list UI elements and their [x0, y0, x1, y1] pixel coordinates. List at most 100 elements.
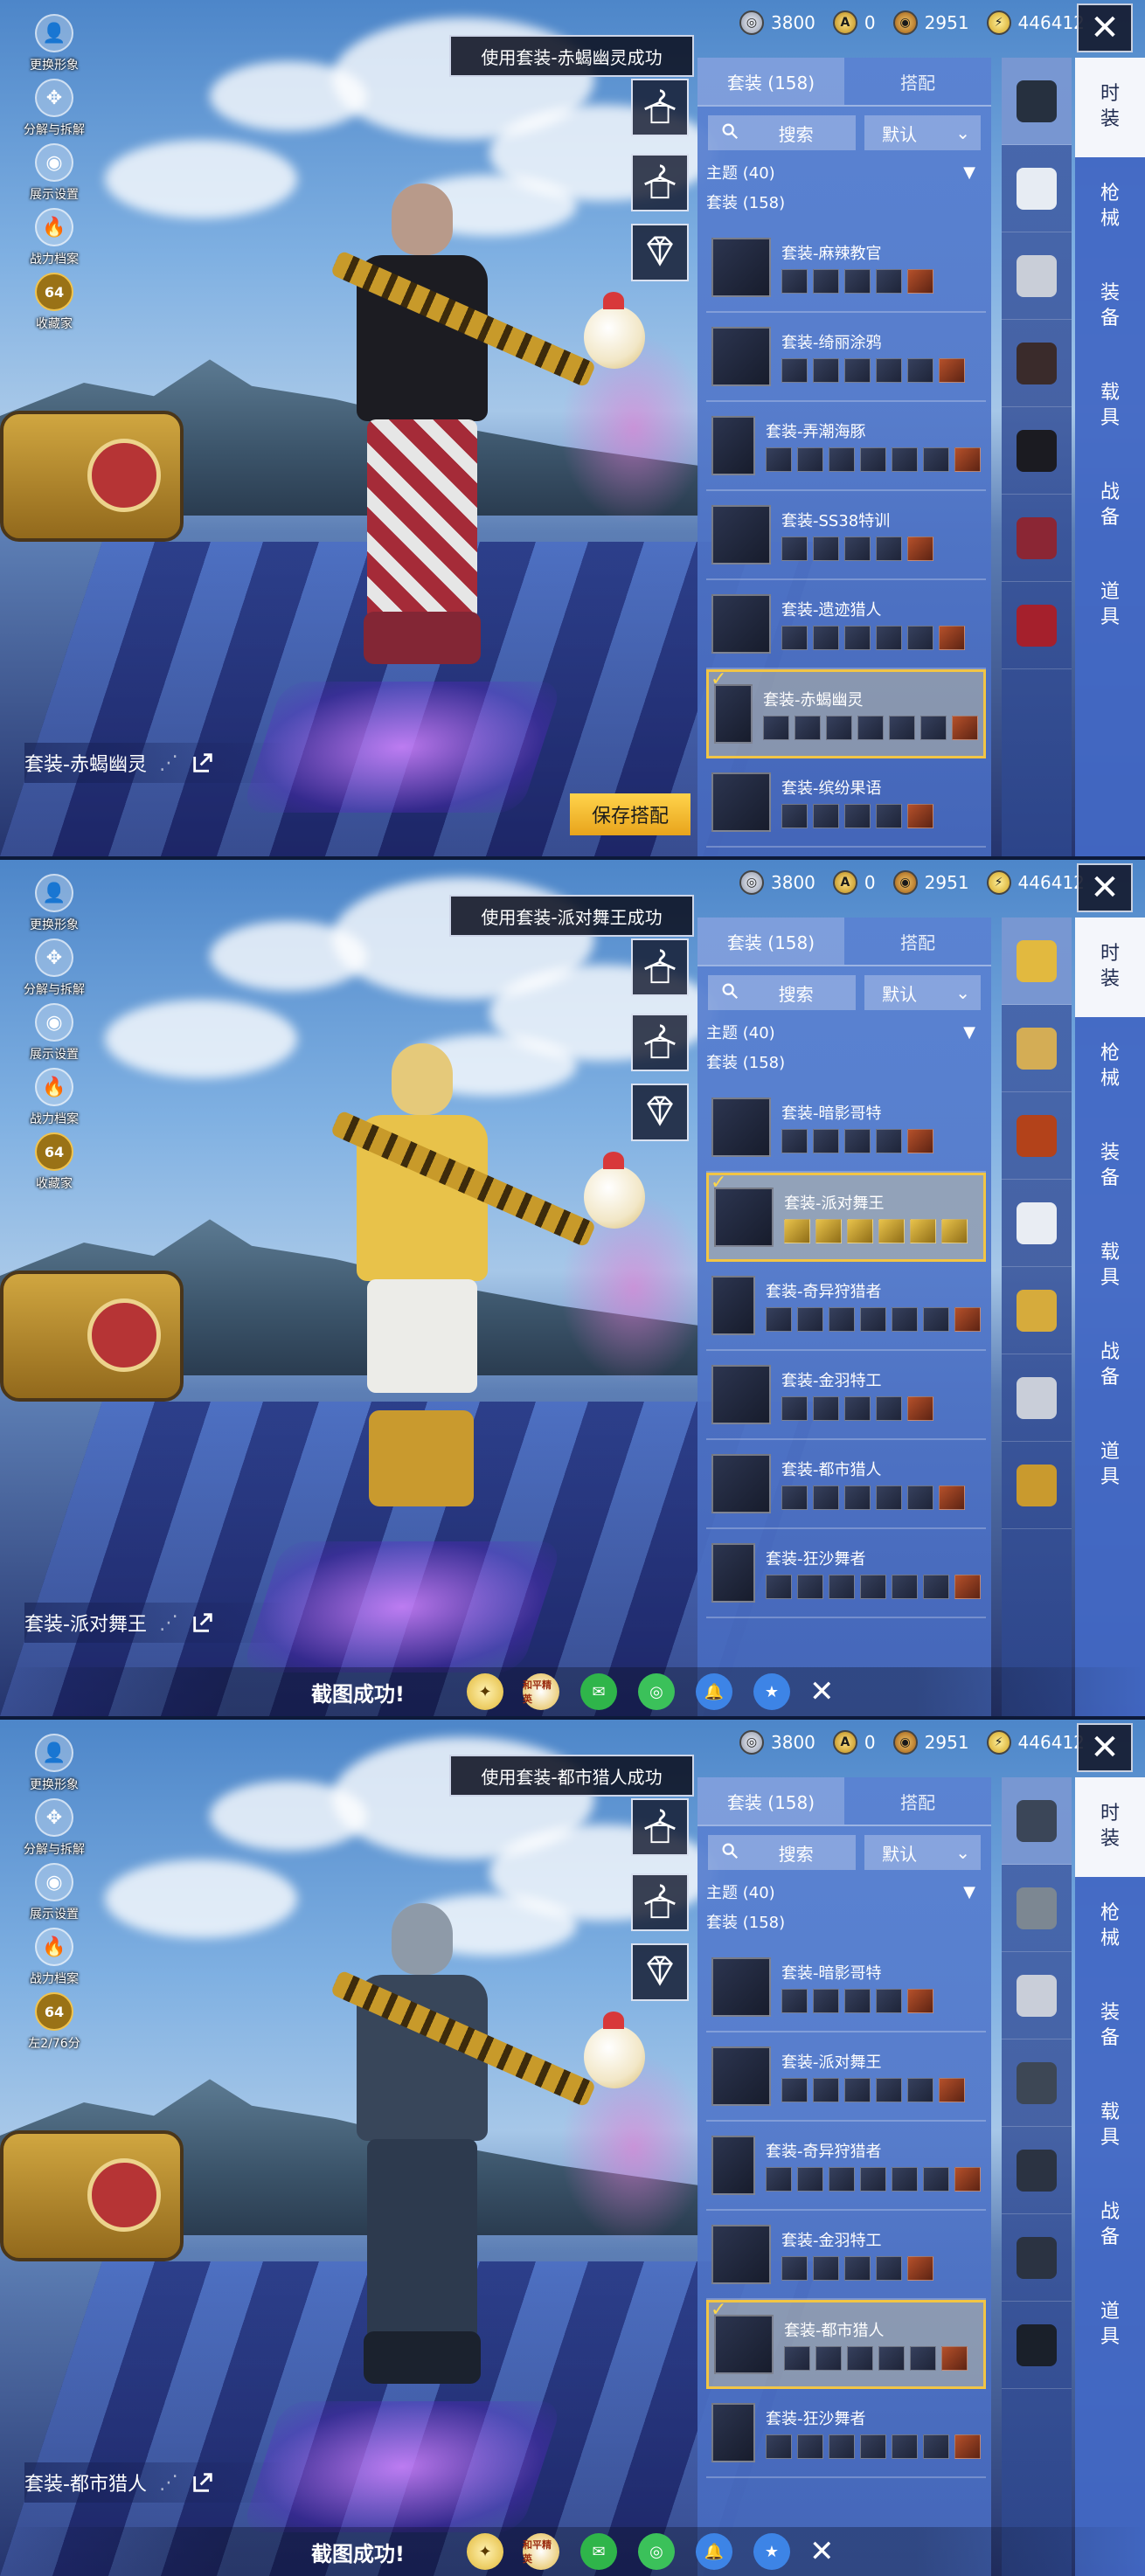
search-input[interactable]: 搜索 [708, 115, 857, 150]
diamond-button[interactable] [631, 1084, 689, 1141]
diamond-button[interactable] [631, 1943, 689, 2001]
left-menu-item[interactable]: 👤 更换形象 [10, 1734, 98, 1798]
category-tab[interactable]: 战备 [1075, 2176, 1145, 2275]
category-tab[interactable]: 枪械 [1075, 1877, 1145, 1977]
hanger-1-button[interactable] [631, 938, 689, 996]
category-tab[interactable]: 时装 [1075, 918, 1145, 1017]
left-menu-item[interactable]: ✥ 分解与拆解 [10, 938, 98, 1003]
outfit-list-item[interactable]: 套装-狂沙舞者 [706, 1529, 986, 1618]
outfit-list-item[interactable]: 套装-SS38特训 [706, 491, 986, 580]
qzone-icon[interactable]: ★ [753, 1673, 790, 1710]
left-menu-item[interactable]: ◉ 展示设置 [10, 1863, 98, 1928]
equipment-slot[interactable] [1002, 582, 1072, 669]
sort-dropdown[interactable]: 默认 ⌄ [864, 975, 981, 1010]
equipment-slot[interactable] [1002, 918, 1072, 1005]
equipment-slot[interactable] [1002, 58, 1072, 145]
sort-dropdown[interactable]: 默认 ⌄ [864, 115, 981, 150]
tab-sets[interactable]: 套装 (158) [697, 918, 844, 965]
category-tab[interactable]: 载具 [1075, 357, 1145, 456]
category-tab[interactable]: 装备 [1075, 1977, 1145, 2076]
equipment-slot[interactable] [1002, 1354, 1072, 1442]
outfit-list-item[interactable]: 套装-遗迹猎人 [706, 580, 986, 669]
equipment-slot[interactable] [1002, 1952, 1072, 2039]
equipment-slot[interactable] [1002, 495, 1072, 582]
share-icon[interactable] [191, 1610, 215, 1635]
search-input[interactable]: 搜索 [708, 1835, 857, 1870]
equipment-slot[interactable] [1002, 1442, 1072, 1529]
tab-match[interactable]: 搭配 [844, 58, 991, 105]
close-button[interactable]: ✕ [1077, 863, 1133, 912]
theme-filter[interactable]: 主题 (40) ▼ [697, 1010, 991, 1047]
outfit-list-item[interactable]: 套装-金羽特工 [706, 2211, 986, 2300]
equipment-slot[interactable] [1002, 1865, 1072, 1952]
equipment-slot[interactable] [1002, 145, 1072, 232]
category-tab[interactable]: 枪械 [1075, 1017, 1145, 1117]
tab-sets[interactable]: 套装 (158) [697, 1777, 844, 1825]
left-menu-item[interactable]: ◉ 展示设置 [10, 143, 98, 208]
left-menu-item[interactable]: 64 收藏家 [10, 1132, 98, 1197]
category-tab[interactable]: 道具 [1075, 1416, 1145, 1515]
game-logo-icon[interactable]: 和平精英 [523, 1673, 559, 1710]
left-menu-item[interactable]: 🔥 战力档案 [10, 1068, 98, 1132]
category-tab[interactable]: 战备 [1075, 1316, 1145, 1416]
outfit-list-item[interactable]: 套装-都市猎人 [706, 2299, 986, 2389]
left-menu-item[interactable]: 64 左2/76分 [10, 1992, 98, 2057]
outfit-list-item[interactable]: 套装-派对舞王 [706, 1172, 986, 1262]
category-tab[interactable]: 战备 [1075, 456, 1145, 556]
outfit-list-item[interactable]: 套装-弄潮海豚 [706, 402, 986, 491]
outfit-list-item[interactable]: 套装-赤蝎幽灵 [706, 668, 986, 758]
equipment-slot[interactable] [1002, 2214, 1072, 2302]
outfit-list-item[interactable]: 套装-麻辣教官 [706, 224, 986, 313]
outfit-list-item[interactable]: 套装-暗影哥特 [706, 1084, 986, 1173]
close-button[interactable]: ✕ [1077, 3, 1133, 52]
left-menu-item[interactable]: 🔥 战力档案 [10, 208, 98, 273]
outfit-list-item[interactable]: 套装-金羽特工 [706, 1351, 986, 1440]
equipment-slot[interactable] [1002, 1267, 1072, 1354]
equipment-slot[interactable] [1002, 1777, 1072, 1865]
wechat-icon[interactable]: ✉ [580, 1673, 617, 1710]
hanger-2-button[interactable] [631, 154, 689, 211]
share-app-icon[interactable]: ✦ [467, 1673, 503, 1710]
equipment-slot[interactable] [1002, 1092, 1072, 1180]
share-icon[interactable] [191, 2470, 215, 2495]
close-button[interactable]: ✕ [1077, 1723, 1133, 1772]
tab-match[interactable]: 搭配 [844, 1777, 991, 1825]
category-tab[interactable]: 枪械 [1075, 157, 1145, 257]
player-character[interactable] [315, 1043, 597, 1533]
save-outfit-button[interactable]: 保存搭配 [570, 793, 690, 835]
sort-dropdown[interactable]: 默认 ⌄ [864, 1835, 981, 1870]
category-tab[interactable]: 时装 [1075, 58, 1145, 157]
qzone-icon[interactable]: ★ [753, 2533, 790, 2570]
pet-chick[interactable] [584, 2012, 645, 2088]
player-character[interactable] [315, 1903, 597, 2392]
equipment-slot[interactable] [1002, 320, 1072, 407]
outfit-list-item[interactable]: 套装-暗影哥特 [706, 1943, 986, 2032]
search-input[interactable]: 搜索 [708, 975, 857, 1010]
wechat-icon[interactable]: ✉ [580, 2533, 617, 2570]
close-share-icon[interactable]: ✕ [809, 1674, 835, 1709]
category-tab[interactable]: 装备 [1075, 1117, 1145, 1216]
close-share-icon[interactable]: ✕ [809, 2534, 835, 2569]
outfit-list-item[interactable]: 套装-奇异狩猎者 [706, 1262, 986, 1351]
equipment-slot[interactable] [1002, 2127, 1072, 2214]
hanger-1-button[interactable] [631, 1798, 689, 1856]
qq-icon[interactable]: 🔔 [696, 1673, 732, 1710]
left-menu-item[interactable]: 🔥 战力档案 [10, 1928, 98, 1992]
equipment-slot[interactable] [1002, 1005, 1072, 1092]
theme-filter[interactable]: 主题 (40) ▼ [697, 150, 991, 187]
theme-filter[interactable]: 主题 (40) ▼ [697, 1870, 991, 1907]
equipment-slot[interactable] [1002, 2039, 1072, 2127]
hanger-2-button[interactable] [631, 1873, 689, 1931]
player-character[interactable] [315, 184, 597, 673]
left-menu-item[interactable]: 👤 更换形象 [10, 874, 98, 938]
diamond-button[interactable] [631, 224, 689, 281]
outfit-list-item[interactable]: 套装-都市猎人 [706, 1440, 986, 1529]
left-menu-item[interactable]: ✥ 分解与拆解 [10, 79, 98, 143]
moments-icon[interactable]: ◎ [638, 1673, 675, 1710]
share-icon[interactable] [191, 751, 215, 775]
share-app-icon[interactable]: ✦ [467, 2533, 503, 2570]
game-logo-icon[interactable]: 和平精英 [523, 2533, 559, 2570]
tab-sets[interactable]: 套装 (158) [697, 58, 844, 105]
outfit-list-item[interactable]: 套装-缤纷果语 [706, 758, 986, 848]
tab-match[interactable]: 搭配 [844, 918, 991, 965]
